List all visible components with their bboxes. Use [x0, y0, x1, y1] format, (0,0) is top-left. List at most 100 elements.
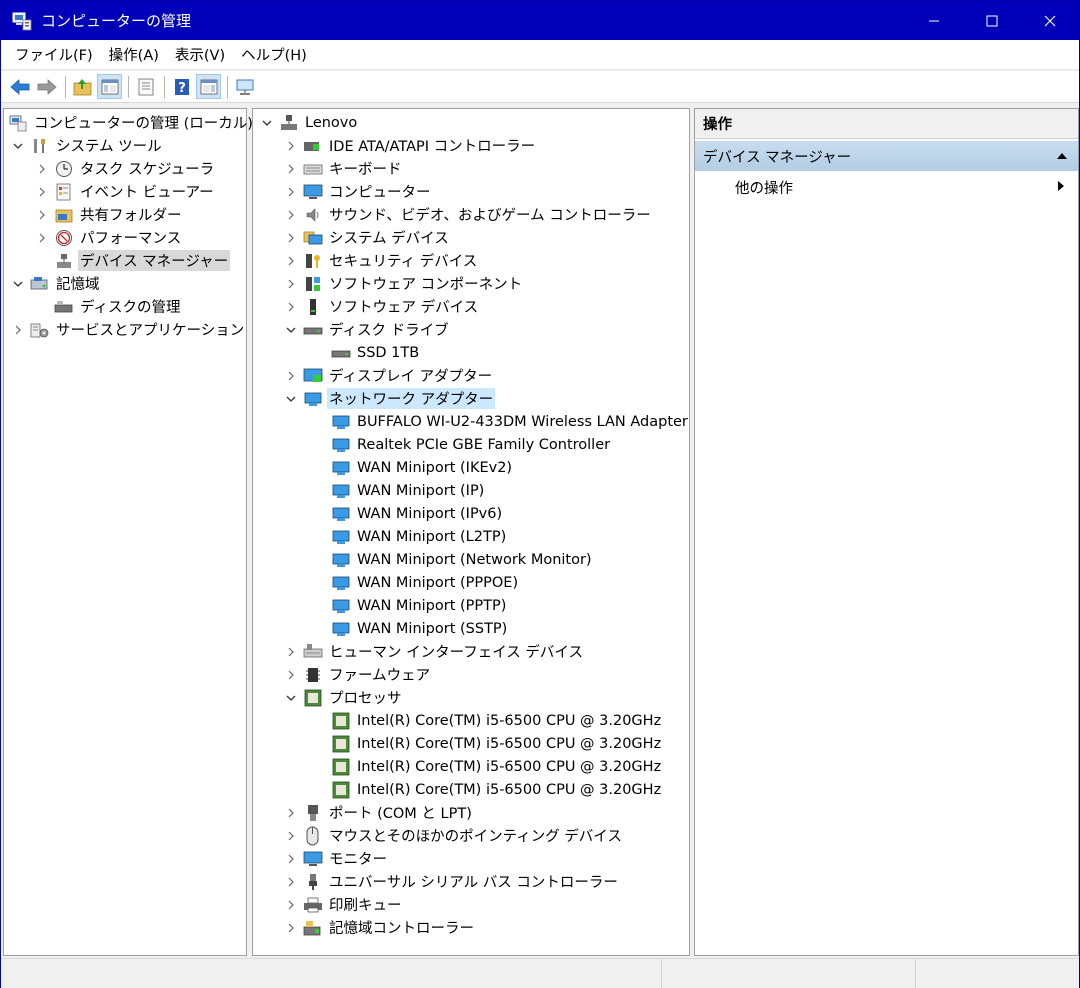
chevron-right-icon[interactable] [283, 667, 299, 683]
device-processor-item[interactable]: Intel(R) Core(TM) i5-6500 CPU @ 3.20GHz [331, 732, 663, 755]
device-category-security[interactable]: セキュリティ デバイス [283, 249, 479, 272]
menu-view[interactable]: 表示(V) [167, 44, 233, 65]
chevron-right-icon[interactable] [283, 851, 299, 867]
device-network-item[interactable]: WAN Miniport (IP) [331, 479, 486, 502]
chevron-right-icon[interactable] [283, 276, 299, 292]
device-category-processors[interactable]: プロセッサ [283, 686, 404, 709]
device-category-keyboard[interactable]: キーボード [283, 157, 404, 180]
device-network-item[interactable]: WAN Miniport (L2TP) [331, 525, 508, 548]
device-category-network-adapters[interactable]: ネットワーク アダプター [283, 387, 496, 410]
chevron-right-icon[interactable] [283, 920, 299, 936]
tree-item-task-scheduler[interactable]: タスク スケジューラ [34, 157, 216, 180]
chevron-right-icon[interactable] [283, 897, 299, 913]
device-category-usb[interactable]: ユニバーサル シリアル バス コントローラー [283, 870, 620, 893]
device-processor-item[interactable]: Intel(R) Core(TM) i5-6500 CPU @ 3.20GHz [331, 709, 663, 732]
actions-other-operations[interactable]: 他の操作 [735, 175, 793, 199]
monitor-button[interactable] [232, 74, 257, 99]
chevron-down-icon[interactable] [283, 322, 299, 338]
chevron-down-icon[interactable] [259, 115, 275, 131]
firmware-chip-icon [303, 665, 323, 685]
device-network-item[interactable]: WAN Miniport (IKEv2) [331, 456, 514, 479]
chevron-down-icon[interactable] [283, 391, 299, 407]
chevron-right-icon[interactable] [283, 299, 299, 315]
chevron-right-icon[interactable] [10, 322, 26, 338]
device-root[interactable]: Lenovo [259, 111, 359, 134]
show-hide-action-pane-button[interactable] [196, 74, 221, 99]
device-network-item[interactable]: WAN Miniport (SSTP) [331, 617, 509, 640]
device-category-ide[interactable]: IDE ATA/ATAPI コントローラー [283, 134, 537, 157]
up-one-level-button[interactable] [70, 74, 95, 99]
maximize-button[interactable] [963, 1, 1021, 40]
device-category-monitors[interactable]: モニター [283, 847, 389, 870]
back-button[interactable] [7, 74, 32, 99]
device-processor-item[interactable]: Intel(R) Core(TM) i5-6500 CPU @ 3.20GHz [331, 778, 663, 801]
menu-action[interactable]: 操作(A) [101, 44, 167, 65]
device-category-storage-controllers[interactable]: 記憶域コントローラー [283, 916, 476, 939]
device-network-item[interactable]: WAN Miniport (PPPOE) [331, 571, 520, 594]
device-network-item[interactable]: WAN Miniport (IPv6) [331, 502, 504, 525]
device-category-ports[interactable]: ポート (COM と LPT) [283, 801, 474, 824]
chevron-down-icon[interactable] [283, 690, 299, 706]
device-category-computer[interactable]: コンピューター [283, 180, 433, 203]
chevron-right-icon[interactable] [34, 161, 50, 177]
chevron-down-icon[interactable] [10, 276, 26, 292]
device-category-label: マウスとそのほかのポインティング デバイス [329, 829, 622, 845]
device-network-item[interactable]: Realtek PCIe GBE Family Controller [331, 433, 612, 456]
chevron-right-icon[interactable] [283, 828, 299, 844]
device-category-sound[interactable]: サウンド、ビデオ、およびゲーム コントローラー [283, 203, 653, 226]
chevron-right-icon[interactable] [283, 805, 299, 821]
device-network-item[interactable]: WAN Miniport (Network Monitor) [331, 548, 594, 571]
device-category-display-adapters[interactable]: ディスプレイ アダプター [283, 364, 494, 387]
menu-file[interactable]: ファイル(F) [7, 44, 101, 65]
menu-help[interactable]: ヘルプ(H) [233, 44, 315, 65]
device-category-print-queues[interactable]: 印刷キュー [283, 893, 404, 916]
tree-item-services-apps[interactable]: サービスとアプリケーション [10, 318, 246, 341]
device-tree-pane[interactable]: Lenovo IDE ATA/ATAPI コントローラー キーボード コンピュー… [252, 108, 690, 956]
device-category-mice[interactable]: マウスとそのほかのポインティング デバイス [283, 824, 624, 847]
tree-item-storage[interactable]: 記憶域 [10, 272, 102, 295]
submenu-arrow-icon[interactable] [1056, 180, 1066, 192]
tree-item-root[interactable]: コンピューターの管理 (ローカル) [8, 111, 255, 134]
chevron-right-icon[interactable] [34, 207, 50, 223]
console-tree-pane[interactable]: コンピューターの管理 (ローカル) システム ツール タスク スケジューラ イベ… [3, 108, 253, 956]
device-category-disk-drives[interactable]: ディスク ドライブ [283, 318, 451, 341]
device-category-software-devices[interactable]: ソフトウェア デバイス [283, 295, 480, 318]
chevron-right-icon[interactable] [283, 368, 299, 384]
chevron-right-icon[interactable] [283, 161, 299, 177]
show-hide-console-tree-button[interactable] [97, 74, 122, 99]
tree-item-disk-management[interactable]: ディスクの管理 [54, 295, 182, 318]
chevron-right-icon[interactable] [283, 184, 299, 200]
chevron-right-icon[interactable] [283, 230, 299, 246]
properties-button[interactable] [133, 74, 158, 99]
tree-item-device-manager[interactable]: デバイス マネージャー [54, 249, 231, 272]
actions-section-device-manager[interactable]: デバイス マネージャー [695, 141, 1078, 171]
tree-item-event-viewer[interactable]: イベント ビューアー [34, 180, 216, 203]
device-network-item[interactable]: WAN Miniport (PPTP) [331, 594, 508, 617]
collapse-triangle-icon[interactable] [1056, 151, 1068, 161]
device-category-software-components[interactable]: ソフトウェア コンポーネント [283, 272, 524, 295]
close-button[interactable] [1021, 1, 1079, 40]
title-bar[interactable]: コンピューターの管理 [1, 1, 1079, 40]
ide-controller-icon [303, 136, 323, 156]
chevron-right-icon[interactable] [34, 230, 50, 246]
chevron-down-icon[interactable] [10, 138, 26, 154]
device-network-item[interactable]: BUFFALO WI-U2-433DM Wireless LAN Adapter [331, 410, 690, 433]
chevron-right-icon[interactable] [283, 644, 299, 660]
tree-item-performance[interactable]: パフォーマンス [34, 226, 183, 249]
forward-button[interactable] [34, 74, 59, 99]
minimize-button[interactable] [905, 1, 963, 40]
device-disk-ssd[interactable]: SSD 1TB [331, 341, 421, 364]
device-category-system-devices[interactable]: システム デバイス [283, 226, 451, 249]
device-category-firmware[interactable]: ファームウェア [283, 663, 432, 686]
tree-item-shared-folders[interactable]: 共有フォルダー [34, 203, 184, 226]
chevron-right-icon[interactable] [283, 207, 299, 223]
tree-item-system-tools[interactable]: システム ツール [10, 134, 164, 157]
computer-management-icon [8, 113, 28, 133]
chevron-right-icon[interactable] [283, 138, 299, 154]
device-category-hid[interactable]: ヒューマン インターフェイス デバイス [283, 640, 585, 663]
chevron-right-icon[interactable] [283, 253, 299, 269]
chevron-right-icon[interactable] [34, 184, 50, 200]
chevron-right-icon[interactable] [283, 874, 299, 890]
device-processor-item[interactable]: Intel(R) Core(TM) i5-6500 CPU @ 3.20GHz [331, 755, 663, 778]
help-button[interactable]: ? [169, 74, 194, 99]
